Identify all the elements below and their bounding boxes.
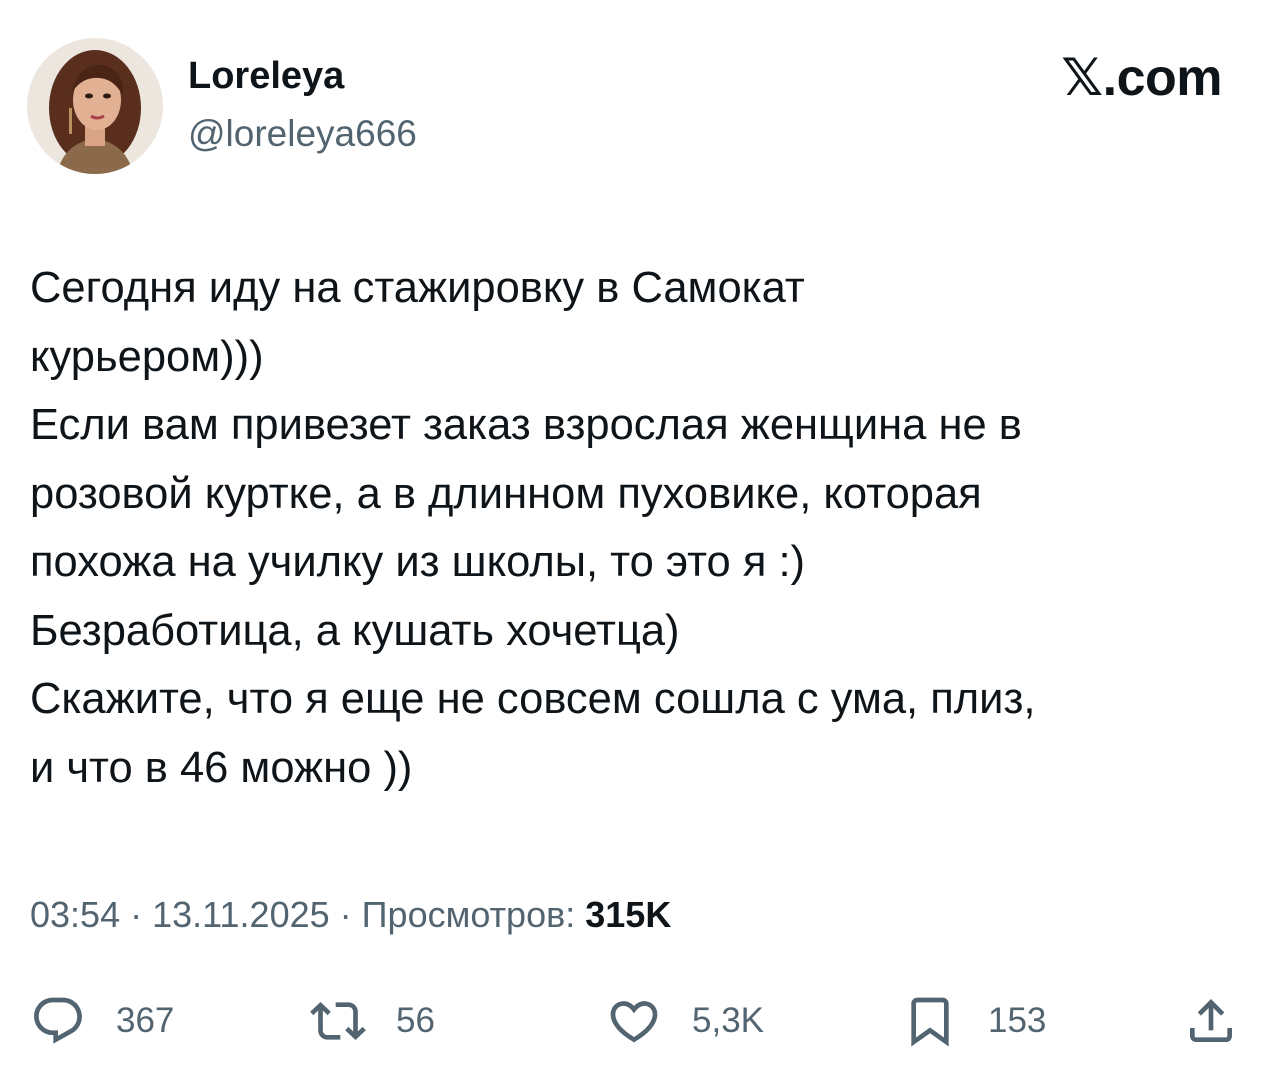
tweet-line: Если вам привезет заказ взрослая женщина…	[30, 401, 1022, 449]
retweet-button[interactable]: 56	[310, 991, 435, 1051]
share-icon	[1190, 999, 1232, 1042]
tweet-line: Безработица, а кушать хочетца)	[30, 606, 680, 655]
tweet-date[interactable]: 13.11.2025	[152, 894, 330, 935]
retweet-icon	[310, 1002, 366, 1040]
reply-button[interactable]: 367	[30, 991, 174, 1051]
author-display-name[interactable]: Loreleya	[188, 52, 344, 100]
bookmark-count: 153	[988, 1001, 1047, 1040]
tweet-line: Сегодня иду на стажировку в Самокат	[30, 264, 805, 312]
author-handle[interactable]: @loreleya666	[188, 110, 417, 158]
bookmark-icon	[911, 997, 949, 1047]
tweet-meta: 03:54 · 13.11.2025 · Просмотров: 315K	[30, 890, 671, 940]
bookmark-button[interactable]: 153	[902, 991, 1046, 1051]
tweet-line: Скажите, что я еще не совсем сошла с ума…	[30, 675, 1036, 723]
retweet-count: 56	[396, 1001, 435, 1040]
views-count: 315K	[585, 894, 672, 935]
views-label: Просмотров:	[361, 894, 576, 935]
like-count: 5,3K	[692, 1001, 764, 1040]
avatar[interactable]	[27, 38, 163, 174]
heart-icon	[610, 1001, 658, 1043]
tweet-line: и что в 46 можно ))	[30, 743, 413, 792]
avatar-portrait	[27, 38, 163, 174]
like-button[interactable]: 5,3K	[606, 991, 764, 1051]
meta-separator: ·	[339, 894, 352, 935]
x-logo: 𝕏.com	[1061, 49, 1222, 107]
tweet-time[interactable]: 03:54	[30, 894, 120, 935]
tweet-text: Сегодня иду на стажировку в Самокат курь…	[30, 254, 1255, 802]
tweet-line: розовой куртке, а в длинном пуховике, ко…	[30, 469, 982, 518]
tweet-line: похожа на училку из школы, то это я :)	[30, 538, 806, 586]
reply-icon	[34, 997, 82, 1044]
tweet-line: курьером)))	[30, 332, 264, 381]
reply-count: 367	[116, 1001, 175, 1040]
meta-separator: ·	[130, 894, 143, 935]
share-button[interactable]	[1183, 991, 1239, 1051]
